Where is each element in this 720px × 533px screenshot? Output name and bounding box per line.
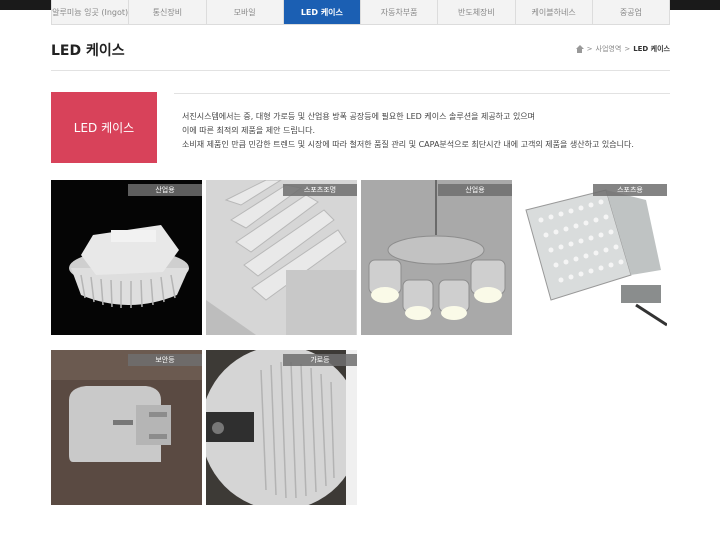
breadcrumb-sep: >: [624, 45, 631, 53]
gallery-item-industrial-2[interactable]: 산업용: [361, 180, 512, 335]
breadcrumb-current: LED 케이스: [633, 45, 670, 53]
gallery-item-security[interactable]: 보안등: [51, 350, 202, 505]
nav-item-cable-harness[interactable]: 케이블하네스: [515, 0, 593, 24]
nav-item-telecom[interactable]: 통신장비: [129, 0, 207, 24]
nav-item-automotive[interactable]: 자동차부품: [361, 0, 439, 24]
intro-divider: [174, 93, 670, 94]
intro-line: 이에 따른 최적의 제품을 제안 드립니다.: [182, 126, 316, 135]
gallery-tag: 산업용: [438, 184, 512, 196]
gallery-tag: 산업용: [128, 184, 202, 196]
breadcrumb-business[interactable]: 사업영역: [596, 44, 622, 54]
gallery-item-sports-lighting[interactable]: 스포츠조명: [206, 180, 357, 335]
intro-line: 소비재 제품인 만큼 민감한 트렌드 및 시장에 따라 철저한 품질 관리 및 …: [182, 140, 634, 149]
security-light-image: [51, 350, 202, 505]
gallery-tag: 스포츠용: [593, 184, 667, 196]
nav-item-mobile[interactable]: 모바일: [206, 0, 284, 24]
breadcrumb: > 사업영역 > LED 케이스: [575, 44, 670, 54]
nav-item-semiconductor[interactable]: 반도체장비: [438, 0, 516, 24]
page-title: LED 케이스: [51, 43, 125, 59]
gallery-tag: 가로등: [283, 354, 357, 366]
gallery-item-sports[interactable]: 스포츠용: [516, 180, 667, 335]
nav-item-led-case[interactable]: LED 케이스: [283, 0, 361, 24]
intro-line: 서진시스템에서는 중, 대형 가로등 및 산업용 방폭 공장등에 필요한 LED…: [182, 112, 536, 121]
pendant-light-image: [361, 180, 512, 335]
gallery-tag: 보안등: [128, 354, 202, 366]
floodlight-image: [516, 180, 667, 335]
highbay-light-image: [51, 180, 202, 335]
breadcrumb-sep: >: [586, 45, 593, 53]
gallery-item-industrial-1[interactable]: 산업용: [51, 180, 202, 335]
section-badge: LED 케이스: [51, 92, 157, 163]
streetlight-image: [206, 350, 357, 505]
intro-text: 서진시스템에서는 중, 대형 가로등 및 산업용 방폭 공장등에 필요한 LED…: [182, 110, 634, 152]
category-nav: 알루미늄 잉곳 (Ingot) 통신장비 모바일 LED 케이스 자동차부품 반…: [51, 0, 670, 25]
home-icon[interactable]: [575, 45, 584, 53]
gallery-tag: 스포츠조명: [283, 184, 357, 196]
section-badge-label: LED 케이스: [73, 121, 135, 135]
nav-item-heavy-industry[interactable]: 중공업: [592, 0, 670, 24]
nav-item-ingot[interactable]: 알루미늄 잉곳 (Ingot): [51, 0, 130, 24]
gallery-item-streetlight[interactable]: 가로등: [206, 350, 357, 505]
title-divider: [51, 70, 670, 71]
heatsink-fins-image: [206, 180, 357, 335]
